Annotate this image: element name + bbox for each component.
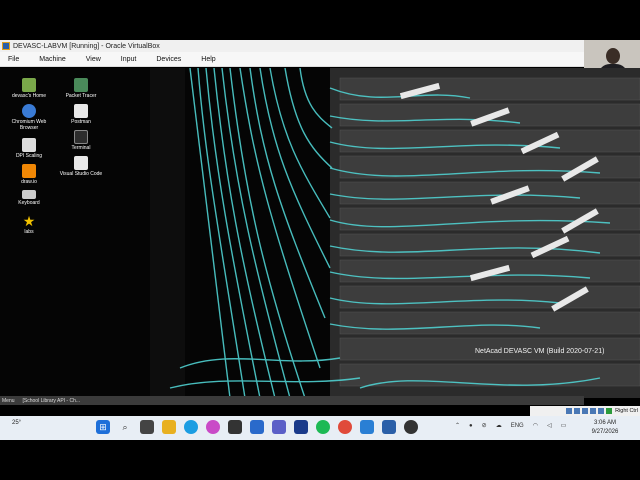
windows-taskbar: 25° ⊞ ⌕ ⌃ ● ⊘ ☁ ENG ◠ ◁ ▭ 3:06 AM 9/27/2… — [0, 416, 640, 440]
guest-menu-button[interactable]: Menu — [2, 398, 15, 404]
desktop-icon-vscode[interactable]: Visual Studio Code — [56, 156, 106, 177]
spotify-icon[interactable] — [316, 420, 330, 434]
clock-date: 9/27/2026 — [591, 429, 619, 435]
person-head — [606, 48, 620, 64]
weather-widget[interactable]: 25° — [12, 420, 21, 426]
terminal-icon[interactable] — [228, 420, 242, 434]
hdd-icon[interactable] — [566, 408, 573, 414]
virtualbox-statusbar: Right Ctrl — [530, 406, 640, 416]
desktop-icon-label: labs — [24, 229, 34, 235]
cloud-icon[interactable]: ☁ — [496, 422, 502, 429]
guest-desktop[interactable]: NetAcad DEVASC VM (Build 2020-07-21) dev… — [0, 68, 640, 398]
mail-icon[interactable] — [250, 420, 264, 434]
host-key-label: Right Ctrl — [615, 408, 638, 414]
desktop-icon-label: Terminal — [71, 145, 91, 151]
mouse-integration-icon[interactable] — [606, 408, 613, 414]
menu-bar: File Machine View Input Devices Help — [0, 52, 584, 67]
search-icon[interactable]: ⌕ — [118, 420, 132, 434]
chromium-icon — [22, 104, 36, 118]
screen: DEVASC-LABVM [Running] - Oracle VirtualB… — [0, 0, 640, 480]
desktop-icon-home[interactable]: devasc's Home — [4, 78, 54, 99]
battery-icon[interactable]: ▭ — [561, 422, 567, 429]
desktop-icon-label: Keyboard — [18, 200, 40, 206]
desktop-icon-postman[interactable]: Postman — [56, 104, 106, 125]
guest-window-button[interactable]: [School Library API - Ch... — [23, 398, 81, 404]
mute-icon[interactable]: ⊘ — [482, 422, 487, 429]
window-title: DEVASC-LABVM [Running] - Oracle VirtualB… — [13, 42, 160, 50]
desktop-icon-chromium[interactable]: Chromium Web Browser — [4, 104, 54, 131]
packet-tracer-icon — [74, 78, 88, 92]
volume-icon[interactable]: ◁ — [547, 422, 552, 429]
chevron-up-icon[interactable]: ⌃ — [455, 422, 460, 429]
taskbar-apps: ⊞ ⌕ — [96, 420, 426, 434]
tray-app-icon[interactable]: ● — [469, 423, 473, 429]
file-explorer-icon[interactable] — [162, 420, 176, 434]
clock-time: 3:06 AM — [593, 420, 616, 426]
desktop-icon-label: Packet Tracer — [65, 93, 97, 99]
desktop-icon-dpi-scaling[interactable]: DPI Scaling — [4, 138, 54, 159]
desktop-icon-label: Chromium Web Browser — [11, 119, 47, 131]
usb-icon[interactable] — [590, 408, 597, 414]
chrome-icon[interactable] — [338, 420, 352, 434]
desktop-icon-label: DPI Scaling — [15, 153, 43, 159]
wallpaper-watermark: NetAcad DEVASC VM (Build 2020-07-21) — [475, 348, 604, 355]
wifi-icon[interactable]: ◠ — [533, 422, 538, 429]
desktop-icon-packet-tracer[interactable]: Packet Tracer — [56, 78, 106, 99]
desktop-icon-label: devasc's Home — [11, 93, 47, 99]
drawio-icon — [22, 164, 36, 178]
network-icon[interactable] — [582, 408, 589, 414]
keyboard-icon — [22, 190, 36, 199]
desktop-icon-label: Postman — [71, 119, 91, 125]
menu-machine[interactable]: Machine — [39, 56, 65, 63]
window-titlebar[interactable]: DEVASC-LABVM [Running] - Oracle VirtualB… — [0, 40, 584, 52]
virtualbox-icon[interactable] — [382, 420, 396, 434]
obs-icon[interactable] — [404, 420, 418, 434]
menu-help[interactable]: Help — [201, 56, 215, 63]
desktop-icon-drawio[interactable]: draw.io — [4, 164, 54, 185]
file-icon — [74, 156, 88, 170]
desktop-icon-terminal[interactable]: Terminal — [56, 130, 106, 151]
desktop-icon-label: draw.io — [21, 179, 37, 185]
star-icon: ★ — [22, 213, 36, 229]
system-tray: ⌃ ● ⊘ ☁ ENG ◠ ◁ ▭ — [455, 422, 575, 430]
desktop-icon-keyboard[interactable]: Keyboard — [4, 190, 54, 206]
menu-view[interactable]: View — [86, 56, 101, 63]
edge-icon[interactable] — [184, 420, 198, 434]
zoom-icon[interactable] — [294, 420, 308, 434]
folder-icon — [22, 78, 36, 92]
desktop-icon-label: Visual Studio Code — [59, 171, 103, 177]
task-view-icon[interactable] — [140, 420, 154, 434]
optical-drive-icon[interactable] — [574, 408, 581, 414]
file-icon — [74, 104, 88, 118]
menu-file[interactable]: File — [8, 56, 19, 63]
menu-devices[interactable]: Devices — [156, 56, 181, 63]
language-indicator[interactable]: ENG — [511, 423, 524, 429]
virtualbox-icon — [2, 42, 10, 50]
desktop-icon-labs[interactable]: ★ labs — [4, 214, 54, 235]
copilot-icon[interactable] — [206, 420, 220, 434]
vscode-icon[interactable] — [360, 420, 374, 434]
windows-start-icon[interactable]: ⊞ — [96, 420, 110, 434]
clock[interactable]: 3:06 AM 9/27/2026 — [582, 419, 628, 437]
display-icon — [22, 138, 36, 152]
shared-folder-icon[interactable] — [598, 408, 605, 414]
terminal-icon — [74, 130, 88, 144]
teams-icon[interactable] — [272, 420, 286, 434]
guest-taskbar: Menu [School Library API - Ch... — [0, 396, 584, 405]
menu-input[interactable]: Input — [121, 56, 137, 63]
